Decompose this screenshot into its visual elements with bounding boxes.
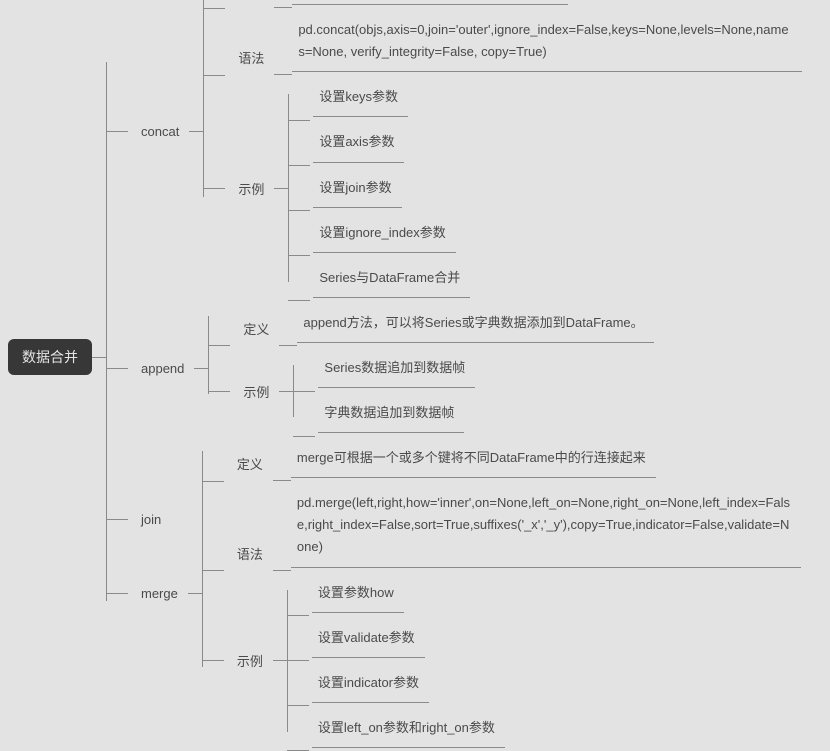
merge-example-item: 设置参数how <box>312 574 404 613</box>
concat-example-label: 示例 <box>228 175 274 202</box>
concat-syntax-text: pd.concat(objs,axis=0,join='outer',ignor… <box>292 11 802 72</box>
branch-concat-syntax: 语法 pd.concat(objs,axis=0,join='outer',ig… <box>203 8 802 75</box>
branch-concat-def: 定义 concat可以沿着一条轴将多个对象堆叠到一起 <box>203 0 802 8</box>
merge-syntax-label: 语法 <box>227 540 273 571</box>
append-example-item: Series数据追加到数据帧 <box>318 349 475 388</box>
branch-merge-syntax: 语法 pd.merge(left,right,how='inner',on=No… <box>202 481 801 570</box>
node-append[interactable]: append <box>131 357 194 380</box>
branch-append-def: 定义 append方法，可以将Series或字典数据添加到DataFrame。 <box>208 301 653 346</box>
append-def-label: 定义 <box>233 315 279 346</box>
concat-def-label: 定义 <box>228 0 274 8</box>
branch-merge: merge 定义 merge可根据一个或多个键将不同DataFrame中的行连接… <box>106 436 802 751</box>
concat-example-item: 设置axis参数 <box>313 123 404 162</box>
root-node[interactable]: 数据合并 <box>8 339 92 375</box>
merge-def-label: 定义 <box>227 450 273 481</box>
branch-merge-def: 定义 merge可根据一个或多个键将不同DataFrame中的行连接起来 <box>202 436 801 481</box>
merge-example-item: 设置validate参数 <box>312 619 425 658</box>
concat-def-text: concat可以沿着一条轴将多个对象堆叠到一起 <box>292 0 567 5</box>
branch-concat-examples: 示例 设置keys参数 设置axis参数 设置join参数 设置ignore_i… <box>203 75 802 300</box>
concat-syntax-label: 语法 <box>228 44 274 75</box>
node-merge[interactable]: merge <box>131 582 188 605</box>
merge-syntax-text: pd.merge(left,right,how='inner',on=None,… <box>291 484 801 567</box>
branch-append-examples: 示例 Series数据追加到数据帧 字典数据追加到数据帧 <box>208 346 653 436</box>
branch-join: join <box>106 508 191 531</box>
append-example-item: 字典数据追加到数据帧 <box>318 394 464 433</box>
branch-append: append 定义 append方法，可以将Series或字典数据添加到Data… <box>106 301 802 436</box>
node-concat[interactable]: concat <box>131 120 189 143</box>
append-label: append <box>131 357 194 380</box>
branch-merge-examples: 示例 设置参数how 设置validate参数 设置indicator参数 设置… <box>202 571 801 751</box>
append-def-text: append方法，可以将Series或字典数据添加到DataFrame。 <box>297 304 653 343</box>
append-example-label: 示例 <box>233 378 279 405</box>
merge-example-item: 设置indicator参数 <box>312 664 429 703</box>
merge-example-item: 设置left_on参数和right_on参数 <box>312 709 505 748</box>
join-label: join <box>131 508 191 531</box>
branch-concat: concat 定义 concat可以沿着一条轴将多个对象堆叠到一起 语法 pd.… <box>106 0 802 301</box>
concat-example-item: 设置keys参数 <box>313 78 408 117</box>
concat-example-item: 设置join参数 <box>313 169 401 208</box>
concat-label: concat <box>131 120 189 143</box>
merge-label: merge <box>131 582 188 605</box>
concat-example-item: 设置ignore_index参数 <box>313 214 455 253</box>
node-join[interactable]: join <box>131 508 191 531</box>
merge-example-label: 示例 <box>227 647 273 674</box>
concat-example-item: Series与DataFrame合并 <box>313 259 470 298</box>
mindmap: 数据合并 concat 定义 concat可以沿着一条轴将多个对象堆叠到一起 语… <box>8 0 802 714</box>
merge-def-text: merge可根据一个或多个键将不同DataFrame中的行连接起来 <box>291 439 656 478</box>
